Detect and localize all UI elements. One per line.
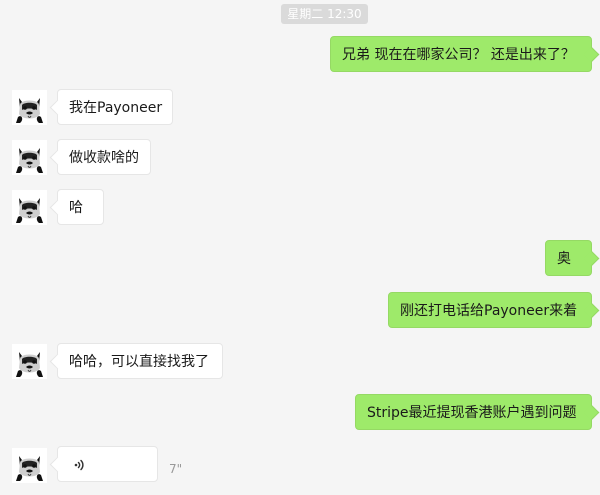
- chat-bubble-received[interactable]: 我在Payoneer: [57, 89, 173, 125]
- avatar[interactable]: [12, 448, 47, 483]
- voice-message-bubble[interactable]: [57, 446, 158, 482]
- dog-avatar-icon: [12, 344, 47, 379]
- dog-avatar-icon: [12, 448, 47, 483]
- timestamp-badge: 星期二 12:30: [281, 4, 368, 24]
- dog-avatar-icon: [12, 90, 47, 125]
- chat-bubble-sent[interactable]: 兄弟 现在在哪家公司？ 还是出来了？: [330, 36, 592, 72]
- chat-bubble-received[interactable]: 哈: [57, 189, 104, 225]
- avatar[interactable]: [12, 190, 47, 225]
- chat-bubble-received[interactable]: 哈哈，可以直接找我了: [57, 343, 223, 379]
- dog-avatar-icon: [12, 140, 47, 175]
- voice-duration: 7": [169, 462, 183, 476]
- chat-bubble-sent[interactable]: 刚还打电话给Payoneer来着: [388, 292, 592, 328]
- chat-bubble-sent[interactable]: Stripe最近提现香港账户遇到问题: [355, 394, 592, 430]
- voice-wave-icon: [74, 459, 84, 471]
- chat-bubble-sent[interactable]: 奥: [545, 240, 592, 276]
- avatar[interactable]: [12, 344, 47, 379]
- dog-avatar-icon: [12, 190, 47, 225]
- avatar[interactable]: [12, 90, 47, 125]
- avatar[interactable]: [12, 140, 47, 175]
- chat-bubble-received[interactable]: 做收款啥的: [57, 139, 151, 175]
